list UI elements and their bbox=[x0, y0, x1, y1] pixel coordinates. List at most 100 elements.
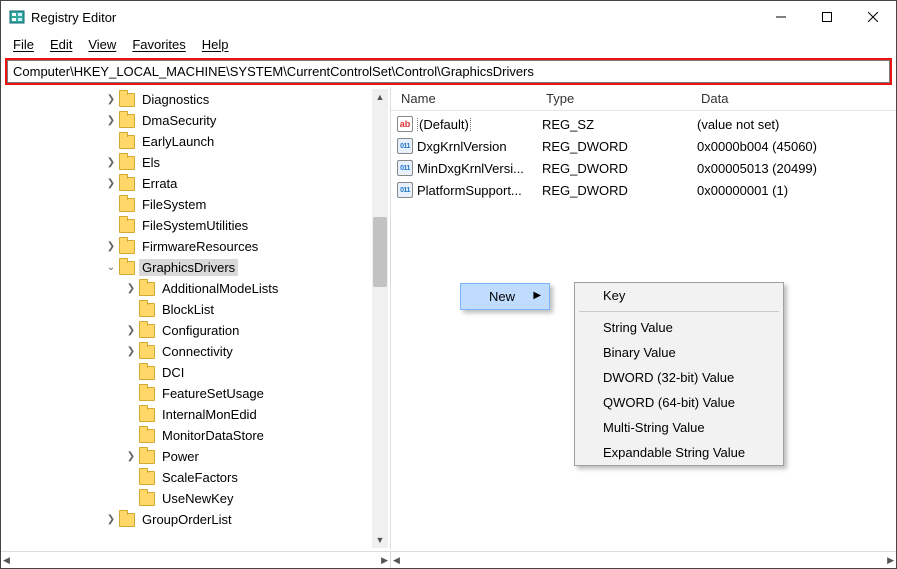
submenu-item[interactable]: Expandable String Value bbox=[575, 440, 783, 465]
tree-item-label: DCI bbox=[159, 364, 187, 381]
submenu-arrow-icon: ▶ bbox=[533, 290, 541, 301]
tree-item-label: FileSystem bbox=[139, 196, 209, 213]
value-icon: 011 bbox=[397, 182, 413, 198]
tree-item[interactable]: DCI bbox=[5, 362, 390, 383]
submenu-item[interactable]: Multi-String Value bbox=[575, 415, 783, 440]
submenu-item[interactable]: String Value bbox=[575, 315, 783, 340]
folder-icon bbox=[119, 156, 135, 170]
scroll-down-icon[interactable]: ▼ bbox=[372, 532, 388, 548]
column-data[interactable]: Data bbox=[697, 91, 896, 106]
tree-item[interactable]: MonitorDataStore bbox=[5, 425, 390, 446]
menu-help[interactable]: Help bbox=[196, 35, 235, 54]
window-title: Registry Editor bbox=[31, 10, 758, 25]
folder-icon bbox=[119, 513, 135, 527]
tree-item[interactable]: UseNewKey bbox=[5, 488, 390, 509]
address-highlight: Computer\HKEY_LOCAL_MACHINE\SYSTEM\Curre… bbox=[5, 58, 892, 85]
disclosure-icon[interactable]: ❯ bbox=[105, 178, 117, 189]
tree-item-label: Configuration bbox=[159, 322, 242, 339]
vertical-scrollbar[interactable]: ▲ ▼ bbox=[372, 89, 388, 548]
disclosure-icon[interactable]: ⌄ bbox=[105, 262, 117, 273]
tree-item-label: FirmwareResources bbox=[139, 238, 261, 255]
tree-item[interactable]: ❯Diagnostics bbox=[5, 89, 390, 110]
folder-icon bbox=[119, 240, 135, 254]
minimize-button[interactable] bbox=[758, 1, 804, 33]
scrollbar-thumb[interactable] bbox=[373, 217, 387, 287]
folder-icon bbox=[119, 198, 135, 212]
tree-item[interactable]: FileSystem bbox=[5, 194, 390, 215]
folder-icon bbox=[139, 387, 155, 401]
close-button[interactable] bbox=[850, 1, 896, 33]
value-type: REG_DWORD bbox=[542, 139, 697, 154]
submenu-item[interactable]: DWORD (32-bit) Value bbox=[575, 365, 783, 390]
tree-item-label: MonitorDataStore bbox=[159, 427, 267, 444]
folder-icon bbox=[119, 114, 135, 128]
tree-item-label: ScaleFactors bbox=[159, 469, 241, 486]
tree-item-label: UseNewKey bbox=[159, 490, 237, 507]
folder-icon bbox=[139, 345, 155, 359]
value-name: MinDxgKrnlVersi... bbox=[417, 161, 542, 176]
disclosure-icon[interactable]: ❯ bbox=[125, 346, 137, 357]
disclosure-icon[interactable]: ❯ bbox=[105, 514, 117, 525]
tree-item-label: GraphicsDrivers bbox=[139, 259, 238, 276]
disclosure-icon[interactable]: ❯ bbox=[105, 241, 117, 252]
tree-item[interactable]: ❯AdditionalModeLists bbox=[5, 278, 390, 299]
tree-item-label: Power bbox=[159, 448, 202, 465]
disclosure-icon[interactable]: ❯ bbox=[105, 94, 117, 105]
tree-pane[interactable]: ❯Diagnostics❯DmaSecurityEarlyLaunch❯Els❯… bbox=[1, 87, 391, 550]
folder-icon bbox=[139, 408, 155, 422]
tree-item[interactable]: InternalMonEdid bbox=[5, 404, 390, 425]
context-new[interactable]: New ▶ bbox=[460, 283, 550, 310]
submenu-item[interactable]: Key bbox=[575, 283, 783, 308]
tree-item[interactable]: BlockList bbox=[5, 299, 390, 320]
tree-item[interactable]: ScaleFactors bbox=[5, 467, 390, 488]
folder-icon bbox=[139, 282, 155, 296]
folder-icon bbox=[119, 135, 135, 149]
folder-icon bbox=[139, 492, 155, 506]
tree-item-label: FileSystemUtilities bbox=[139, 217, 251, 234]
tree-item[interactable]: EarlyLaunch bbox=[5, 131, 390, 152]
column-type[interactable]: Type bbox=[542, 91, 697, 106]
folder-icon bbox=[139, 471, 155, 485]
tree-item[interactable]: FileSystemUtilities bbox=[5, 215, 390, 236]
column-name[interactable]: Name bbox=[397, 91, 542, 106]
value-data: 0x00005013 (20499) bbox=[697, 161, 896, 176]
list-row[interactable]: ab(Default)REG_SZ(value not set) bbox=[391, 113, 896, 135]
tree-item[interactable]: ❯ GroupOrderList bbox=[5, 509, 390, 530]
address-bar[interactable]: Computer\HKEY_LOCAL_MACHINE\SYSTEM\Curre… bbox=[7, 60, 890, 83]
tree-item-label: Els bbox=[139, 154, 163, 171]
tree-item[interactable]: ❯Connectivity bbox=[5, 341, 390, 362]
submenu-item[interactable]: QWORD (64-bit) Value bbox=[575, 390, 783, 415]
menu-file[interactable]: File bbox=[7, 35, 40, 54]
menu-edit[interactable]: Edit bbox=[44, 35, 78, 54]
maximize-button[interactable] bbox=[804, 1, 850, 33]
list-row[interactable]: 011PlatformSupport...REG_DWORD0x00000001… bbox=[391, 179, 896, 201]
list-row[interactable]: 011MinDxgKrnlVersi...REG_DWORD0x00005013… bbox=[391, 157, 896, 179]
disclosure-icon[interactable]: ❯ bbox=[105, 157, 117, 168]
value-name: DxgKrnlVersion bbox=[417, 139, 542, 154]
tree-item[interactable]: ⌄ GraphicsDrivers bbox=[5, 257, 390, 278]
tree-item[interactable]: ❯DmaSecurity bbox=[5, 110, 390, 131]
tree-item[interactable]: FeatureSetUsage bbox=[5, 383, 390, 404]
tree-item[interactable]: ❯ FirmwareResources bbox=[5, 236, 390, 257]
disclosure-icon[interactable]: ❯ bbox=[125, 325, 137, 336]
list-row[interactable]: 011DxgKrnlVersionREG_DWORD0x0000b004 (45… bbox=[391, 135, 896, 157]
submenu-item[interactable]: Binary Value bbox=[575, 340, 783, 365]
context-new-label: New bbox=[489, 289, 515, 304]
tree-item[interactable]: ❯Errata bbox=[5, 173, 390, 194]
titlebar: Registry Editor bbox=[1, 1, 896, 33]
tree-hscroll[interactable]: ◀▶ bbox=[1, 552, 391, 568]
disclosure-icon[interactable]: ❯ bbox=[105, 115, 117, 126]
tree-item-label: BlockList bbox=[159, 301, 217, 318]
tree-item[interactable]: ❯ Configuration bbox=[5, 320, 390, 341]
tree-item-label: GroupOrderList bbox=[139, 511, 235, 528]
tree-item[interactable]: ❯ Power bbox=[5, 446, 390, 467]
disclosure-icon[interactable]: ❯ bbox=[125, 283, 137, 294]
menu-favorites[interactable]: Favorites bbox=[126, 35, 191, 54]
context-menu: New ▶ bbox=[460, 283, 550, 310]
list-hscroll[interactable]: ◀▶ bbox=[391, 552, 896, 568]
tree-item[interactable]: ❯ Els bbox=[5, 152, 390, 173]
menu-view[interactable]: View bbox=[82, 35, 122, 54]
disclosure-icon[interactable]: ❯ bbox=[125, 451, 137, 462]
scroll-up-icon[interactable]: ▲ bbox=[372, 89, 388, 105]
value-type: REG_DWORD bbox=[542, 183, 697, 198]
